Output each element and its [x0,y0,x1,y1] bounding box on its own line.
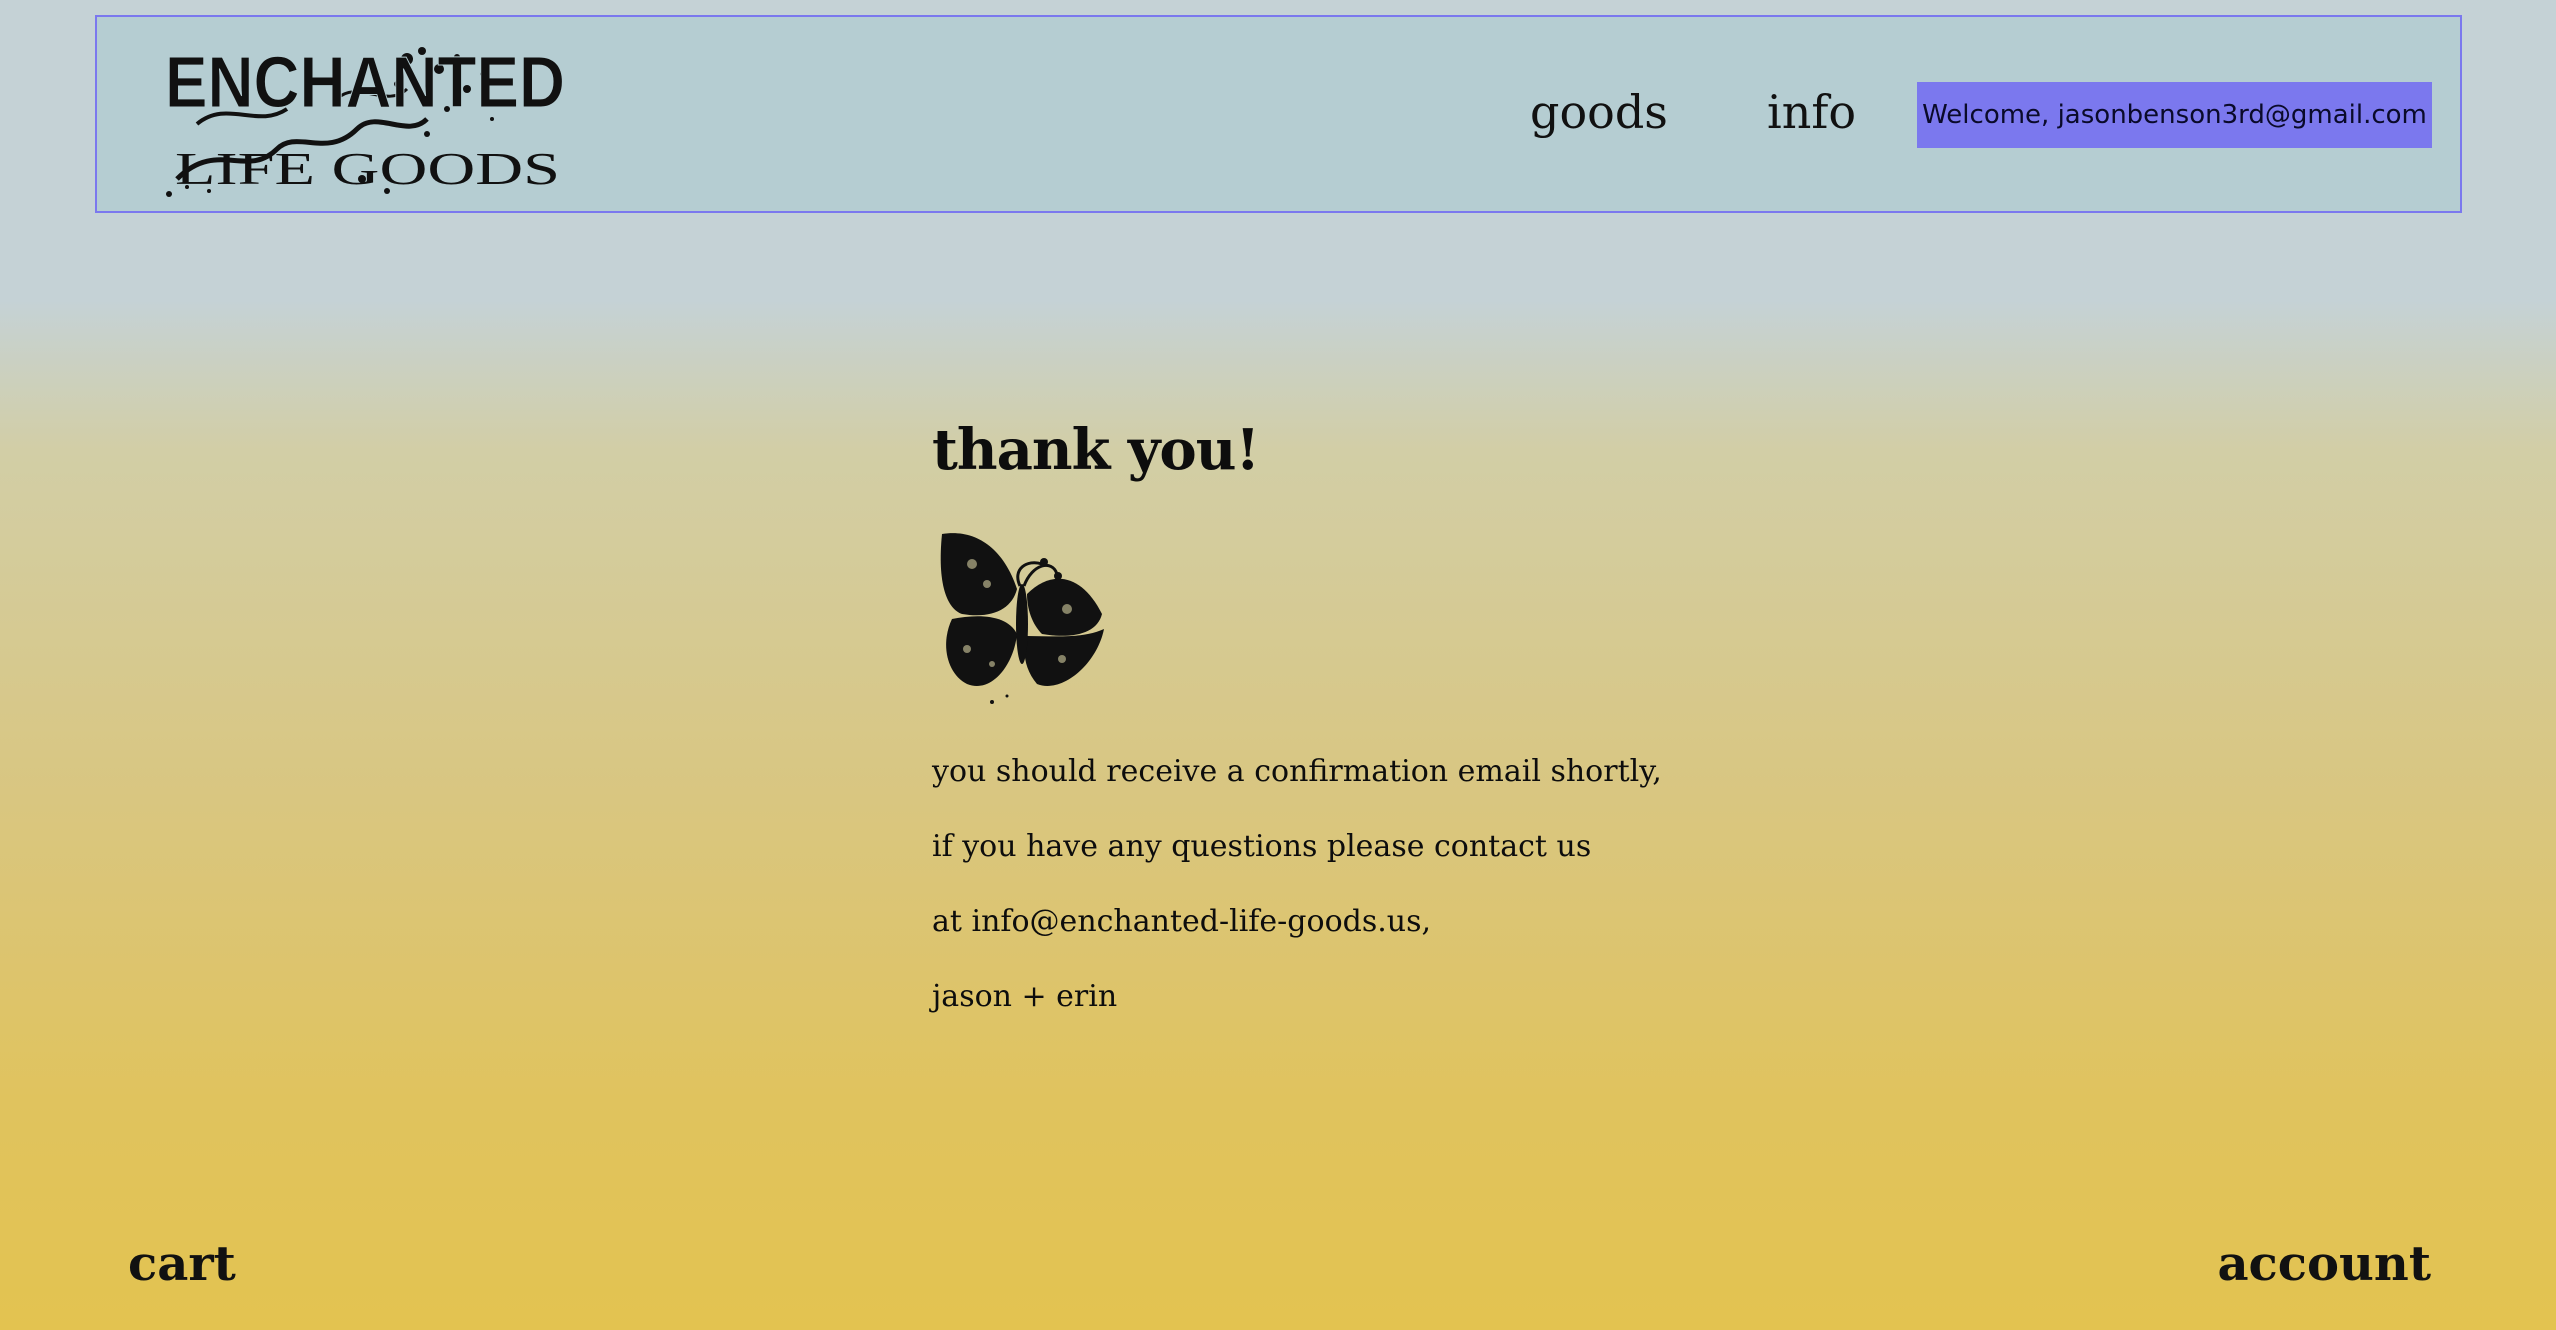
svg-text:LIFE GOODS: LIFE GOODS [175,143,560,194]
account-link[interactable]: account [2217,1240,2431,1288]
svg-text:ENCHANTED: ENCHANTED [165,43,565,123]
thank-you-section: thank you! you should receive a confirma… [932,410,1832,1017]
enchanted-life-goods-logo: ENCHANTED LIFE GOODS [165,43,566,197]
cart-link[interactable]: cart [128,1240,236,1288]
logo[interactable]: ENCHANTED LIFE GOODS [157,29,577,199]
site-header: ENCHANTED LIFE GOODS goods info Welcome,… [95,15,2462,213]
butterfly-icon [932,524,1112,704]
nav-goods[interactable]: goods [1530,89,1668,135]
signature: jason + erin [932,979,1118,1014]
questions-message: if you have any questions please contact… [932,829,1592,864]
welcome-account-button[interactable]: Welcome, jasonbenson3rd@gmail.com [1917,82,2432,148]
welcome-label: Welcome, jasonbenson3rd@gmail.com [1922,100,2427,130]
confirmation-message: you should receive a confirmation email … [932,754,1662,789]
nav-info[interactable]: info [1767,89,1856,135]
contact-email-message: at info@enchanted-life-goods.us, [932,904,1432,939]
page-title: thank you! [932,417,1260,483]
